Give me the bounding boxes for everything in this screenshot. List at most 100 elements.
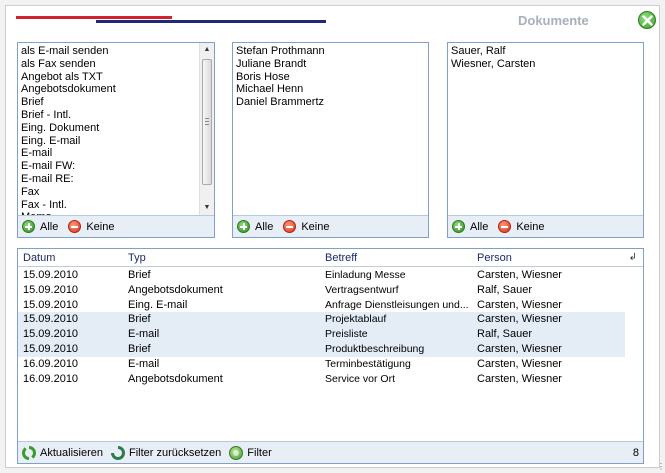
type-list-item[interactable]: als E-mail senden	[21, 45, 195, 58]
cell-person: Carsten, Wiesner	[477, 298, 562, 311]
table-row[interactable]: 16.09.2010 Angebotsdokument Service vor Or…	[18, 372, 643, 387]
contact-list-item[interactable]: Wiesner, Carsten	[451, 58, 640, 71]
column-header-typ[interactable]: Typ	[128, 252, 146, 264]
type-list-item[interactable]: Eing. E-mail	[21, 135, 195, 148]
column-header-betreff[interactable]: Betreff	[325, 252, 357, 264]
reset-filter-button[interactable]: Filter zurücksetzen	[110, 445, 222, 460]
cell-betreff: Einladung Messe	[325, 269, 406, 281]
type-list-item[interactable]: als Fax senden	[21, 58, 195, 71]
cell-person: Ralf, Sauer	[477, 328, 533, 341]
table-row[interactable]: 15.09.2010 E-mail Preisliste Ralf, Sauer	[18, 327, 625, 342]
select-none-label: Keine	[86, 220, 115, 233]
persons-select-none-button[interactable]: Keine	[283, 220, 329, 233]
close-button[interactable]	[638, 11, 656, 29]
resize-grip-icon[interactable]: ⋮	[657, 462, 665, 471]
persons-panel-footer: Alle Keine	[233, 215, 428, 237]
window-title: Dokumente	[518, 13, 589, 28]
select-none-label: Keine	[301, 220, 330, 233]
table-row[interactable]: 15.09.2010 Brief Produktbeschreibung Carste…	[18, 341, 625, 357]
cell-datum: 16.09.2010	[23, 357, 79, 370]
cell-betreff: Vertragsentwurf	[325, 283, 399, 296]
contacts-filter-panel: Sauer, Ralf Wiesner, Carsten Alle Keine	[447, 42, 644, 238]
cell-betreff: Service vor Ort	[325, 372, 396, 385]
scroll-up-icon[interactable]: ▲	[200, 43, 214, 57]
cell-typ: Brief	[128, 269, 151, 281]
contact-list-item[interactable]: Sauer, Ralf	[451, 45, 640, 58]
filter-button[interactable]: Filter	[229, 445, 272, 460]
contacts-panel-footer: Alle Keine	[448, 215, 643, 237]
type-list-item[interactable]: Eing. Dokument	[21, 122, 195, 135]
cell-person: Ralf, Sauer	[477, 283, 533, 296]
remove-icon	[283, 220, 297, 233]
type-list-item[interactable]: E-mail	[21, 147, 195, 160]
type-filter-panel: als E-mail senden als Fax senden Angebot a…	[17, 42, 215, 238]
column-menu-icon[interactable]: ↲	[629, 252, 637, 263]
select-none-label: Keine	[516, 220, 545, 233]
cell-betreff: Produktbeschreibung	[325, 342, 425, 355]
refresh-button[interactable]: Aktualisieren	[22, 445, 103, 460]
type-list-item[interactable]: Fax - Intl.	[21, 199, 195, 212]
cell-person: Carsten, Wiesner	[477, 342, 562, 355]
cell-person: Carsten, Wiesner	[477, 372, 562, 385]
person-list-item[interactable]: Boris Hose	[236, 71, 425, 84]
type-list-item[interactable]: Brief	[21, 96, 195, 109]
table-row[interactable]: 16.09.2010 E-mail Terminbestätigung Carsten…	[18, 357, 643, 372]
type-select-none-button[interactable]: Keine	[68, 220, 114, 233]
type-list-item[interactable]: Angebotsdokument	[21, 83, 195, 96]
select-all-label: Alle	[40, 220, 59, 233]
type-list-item[interactable]: E-mail FW:	[21, 160, 195, 173]
type-list-item[interactable]: E-mail RE:	[21, 173, 195, 186]
filter-label: Filter	[247, 446, 272, 459]
table-row[interactable]: 15.09.2010 Brief Projektablauf Carsten, Wie…	[18, 312, 625, 328]
cell-datum: 15.09.2010	[23, 328, 79, 341]
type-select-all-button[interactable]: Alle	[22, 220, 58, 233]
select-all-label: Alle	[255, 220, 274, 233]
grid-body: 15.09.2010 Brief Einladung Messe Carsten, W…	[18, 268, 643, 386]
reset-icon	[110, 445, 125, 460]
column-header-datum[interactable]: Datum	[23, 252, 55, 264]
person-list-item[interactable]: Michael Henn	[236, 83, 425, 96]
brand-bar-blue	[96, 20, 326, 23]
cell-typ: Brief	[128, 342, 151, 355]
persons-list[interactable]: Stefan Prothmann Juliane Brandt Boris Hose…	[233, 43, 428, 215]
brand-bar-red	[16, 16, 172, 19]
cell-person: Carsten, Wiesner	[477, 269, 562, 281]
close-icon	[642, 15, 653, 26]
type-list-item[interactable]: Angebot als TXT	[21, 71, 195, 84]
table-row[interactable]: 15.09.2010 Angebotsdokument Vertragsentwur…	[18, 283, 643, 298]
cell-betreff: Terminbestätigung	[325, 357, 411, 370]
column-header-person[interactable]: Person	[477, 252, 512, 264]
person-list-item[interactable]: Stefan Prothmann	[236, 45, 425, 58]
type-list-item[interactable]: Fax	[21, 186, 195, 199]
cell-betreff: Anfrage Dienstleisungen und...	[325, 298, 469, 311]
refresh-label: Aktualisieren	[40, 446, 103, 459]
remove-icon	[498, 220, 512, 233]
scroll-down-icon[interactable]: ▼	[200, 201, 214, 215]
cell-datum: 15.09.2010	[23, 283, 79, 296]
contacts-select-all-button[interactable]: Alle	[452, 220, 488, 233]
select-all-label: Alle	[470, 220, 489, 233]
reset-filter-label: Filter zurücksetzen	[128, 446, 222, 459]
cell-datum: 15.09.2010	[23, 269, 79, 281]
contacts-select-none-button[interactable]: Keine	[498, 220, 544, 233]
cell-typ: E-mail	[128, 357, 160, 370]
type-list-scrollbar[interactable]: ▲ ▼	[199, 43, 214, 215]
type-list[interactable]: als E-mail senden als Fax senden Angebot a…	[18, 43, 198, 215]
table-row[interactable]: 15.09.2010 Brief Einladung Messe Carsten, W…	[18, 268, 643, 283]
add-icon	[22, 220, 35, 233]
scrollbar-thumb[interactable]	[202, 59, 212, 185]
person-list-item[interactable]: Juliane Brandt	[236, 58, 425, 71]
type-list-item[interactable]: Brief - Intl.	[21, 109, 195, 122]
add-icon	[237, 220, 250, 233]
filter-icon	[229, 445, 244, 460]
grid-footer: Aktualisieren Filter zurücksetzen Filter…	[18, 441, 643, 463]
cell-typ: Angebotsdokument	[128, 372, 223, 385]
add-icon	[452, 220, 465, 233]
cell-typ: E-mail	[128, 328, 160, 341]
table-row[interactable]: 15.09.2010 Eing. E-mail Anfrage Dienstleis…	[18, 298, 643, 313]
cell-datum: 15.09.2010	[23, 298, 79, 311]
cell-person: Carsten, Wiesner	[477, 357, 562, 370]
persons-select-all-button[interactable]: Alle	[237, 220, 273, 233]
contacts-list[interactable]: Sauer, Ralf Wiesner, Carsten	[448, 43, 643, 215]
person-list-item[interactable]: Daniel Brammertz	[236, 96, 425, 109]
